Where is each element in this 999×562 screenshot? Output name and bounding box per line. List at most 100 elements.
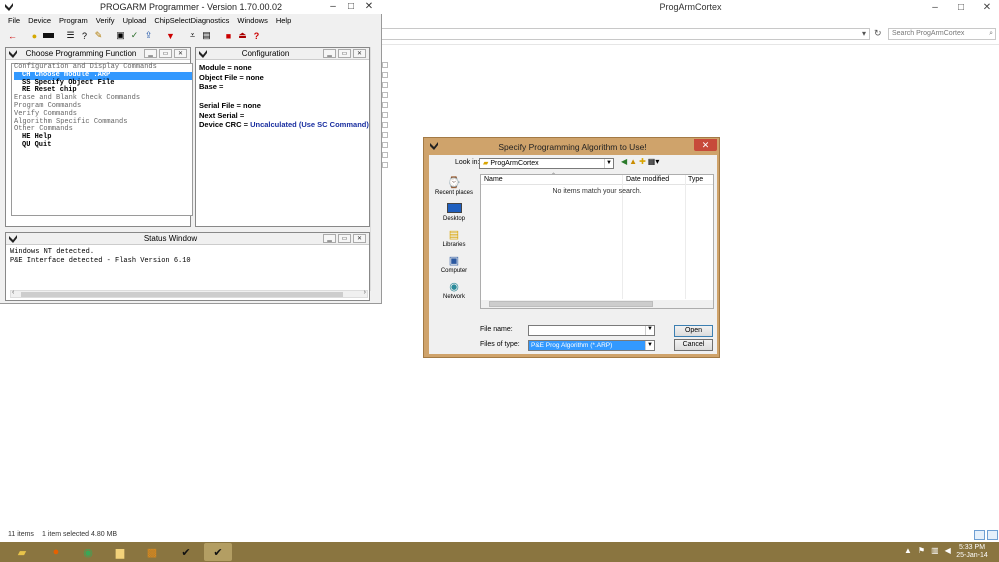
place-computer[interactable]: ▣ Computer <box>433 253 475 275</box>
close-icon[interactable]: ✕ <box>977 2 997 13</box>
restore-icon[interactable]: ▭ <box>159 49 172 58</box>
files-of-type-select[interactable]: P&E Prog Algorithm (*.ARP) ▼ <box>528 340 655 351</box>
program-icon[interactable]: ▼ <box>164 29 177 42</box>
exit-icon[interactable]: ⏏ <box>236 29 249 42</box>
checkbox[interactable] <box>382 132 388 138</box>
back-arrow-icon[interactable]: ← <box>6 29 19 42</box>
memory-icon[interactable]: ▤ <box>200 29 213 42</box>
firefox-taskbar-icon[interactable]: ● <box>42 543 70 561</box>
save-icon[interactable]: ▣ <box>114 29 127 42</box>
close-icon[interactable]: ✕ <box>694 139 717 151</box>
checkbox[interactable] <box>382 102 388 108</box>
scroll-right-icon[interactable]: › <box>364 289 366 296</box>
show-hidden-icons-icon[interactable]: ▲ <box>904 546 912 555</box>
back-icon[interactable]: ◀ <box>621 157 627 166</box>
maximize-icon[interactable]: □ <box>344 1 358 12</box>
file-name-label: File name: <box>480 326 513 333</box>
checkbox[interactable] <box>382 72 388 78</box>
filter-icon[interactable]: ⩡ <box>186 29 199 42</box>
help-icon[interactable]: ? <box>250 29 263 42</box>
lightbulb-icon[interactable]: ● <box>28 29 41 42</box>
file-list[interactable]: Name ⌃ Date modified Type No items match… <box>480 173 714 309</box>
checkbox[interactable] <box>382 82 388 88</box>
search-input[interactable]: Search ProgArmCortex ⌕ <box>888 28 996 40</box>
flag-icon[interactable]: ⚑ <box>918 546 925 555</box>
close-icon[interactable]: ✕ <box>174 49 187 58</box>
checkbox[interactable] <box>382 92 388 98</box>
list-item[interactable]: QU Quit <box>14 141 192 150</box>
chevron-down-icon[interactable]: ▼ <box>645 341 654 350</box>
column-date-modified[interactable]: Date modified <box>626 176 669 183</box>
minimize-icon[interactable]: – <box>326 1 340 12</box>
scroll-thumb[interactable] <box>489 301 653 307</box>
maximize-icon[interactable]: □ <box>951 2 971 13</box>
minimize-icon[interactable]: – <box>925 2 945 13</box>
restore-icon[interactable]: ▭ <box>338 49 351 58</box>
horizontal-scrollbar[interactable] <box>481 300 713 308</box>
network-icon: ◉ <box>449 280 459 293</box>
place-network[interactable]: ◉ Network <box>433 279 475 301</box>
view-menu-icon[interactable]: ▦▾ <box>648 157 660 166</box>
menu-device[interactable]: Device <box>24 15 55 27</box>
menu-windows[interactable]: Windows <box>233 15 271 27</box>
chrome-taskbar-icon[interactable]: ◉ <box>74 543 102 561</box>
place-desktop[interactable]: Desktop <box>433 201 475 222</box>
file-explorer-taskbar-icon[interactable]: ▰ <box>8 543 36 561</box>
new-folder-icon[interactable]: ✚ <box>639 157 646 166</box>
chip-icon[interactable] <box>42 29 55 42</box>
large-icons-view-icon[interactable] <box>987 530 998 540</box>
pencil-icon[interactable]: ✎ <box>92 29 105 42</box>
column-type[interactable]: Type <box>688 176 703 183</box>
menu-program[interactable]: Program <box>55 15 92 27</box>
chevron-down-icon[interactable]: ▼ <box>645 326 654 335</box>
menu-upload[interactable]: Upload <box>119 15 151 27</box>
checkbox[interactable] <box>382 62 388 68</box>
close-icon[interactable]: ✕ <box>362 1 376 12</box>
scroll-thumb[interactable] <box>21 292 343 297</box>
place-libraries[interactable]: ▤ Libraries <box>433 227 475 249</box>
vertical-scrollbar[interactable] <box>370 47 379 291</box>
taskbar-clock[interactable]: 5:33 PM 25-Jan-14 <box>952 544 992 560</box>
checkbox[interactable] <box>382 142 388 148</box>
help-file-icon[interactable]: ? <box>78 29 91 42</box>
minimize-icon[interactable]: ▁ <box>323 234 336 243</box>
scroll-left-icon[interactable]: ‹ <box>12 289 14 296</box>
file-name-input[interactable]: ▼ <box>528 325 655 336</box>
chevron-down-icon[interactable]: ▼ <box>604 159 613 168</box>
menu-verify[interactable]: Verify <box>92 15 119 27</box>
cancel-button[interactable]: Cancel <box>674 339 713 351</box>
upload-icon[interactable]: ⇪ <box>142 29 155 42</box>
details-view-icon[interactable] <box>974 530 985 540</box>
command-list[interactable]: Configuration and Display Commands CH Ch… <box>11 63 193 216</box>
column-name[interactable]: Name <box>484 176 503 183</box>
refresh-icon[interactable]: ↻ <box>874 28 882 39</box>
horizontal-scrollbar[interactable]: ‹ › <box>10 289 368 298</box>
ide-taskbar-icon[interactable]: ▩ <box>138 543 166 561</box>
close-icon[interactable]: ✕ <box>353 49 366 58</box>
open-button[interactable]: Open <box>674 325 713 337</box>
progarm-active-taskbar-icon[interactable]: ✔ <box>204 543 232 561</box>
checkbox[interactable] <box>382 112 388 118</box>
network-icon[interactable]: ▥ <box>931 546 939 555</box>
restore-icon[interactable]: ▭ <box>338 234 351 243</box>
look-in-dropdown[interactable]: ▰ ProgArmCortex ▼ <box>479 158 614 169</box>
close-icon[interactable]: ✕ <box>353 234 366 243</box>
progarm-taskbar-icon[interactable]: ✔ <box>172 543 200 561</box>
place-recent-places[interactable]: ⌚ Recent places <box>433 175 475 197</box>
checkbox[interactable] <box>382 152 388 158</box>
menu-chipselectdiagnostics[interactable]: ChipSelectDiagnostics <box>150 15 233 27</box>
disk-icon[interactable]: ■ <box>222 29 235 42</box>
folder-taskbar-icon[interactable]: ▆ <box>106 543 134 561</box>
menu-file[interactable]: File <box>4 15 24 27</box>
minimize-icon[interactable]: ▁ <box>144 49 157 58</box>
volume-icon[interactable]: ◀ <box>945 546 951 555</box>
verify-icon[interactable]: ✓ <box>128 29 141 42</box>
checkbox[interactable] <box>382 122 388 128</box>
checkbox[interactable] <box>382 162 388 168</box>
address-bar[interactable] <box>380 28 870 40</box>
chevron-down-icon[interactable]: ▾ <box>862 29 866 38</box>
up-folder-icon[interactable]: ▲ <box>629 157 637 166</box>
minimize-icon[interactable]: ▁ <box>323 49 336 58</box>
list-icon[interactable]: ☰ <box>64 29 77 42</box>
menu-help[interactable]: Help <box>272 15 295 27</box>
